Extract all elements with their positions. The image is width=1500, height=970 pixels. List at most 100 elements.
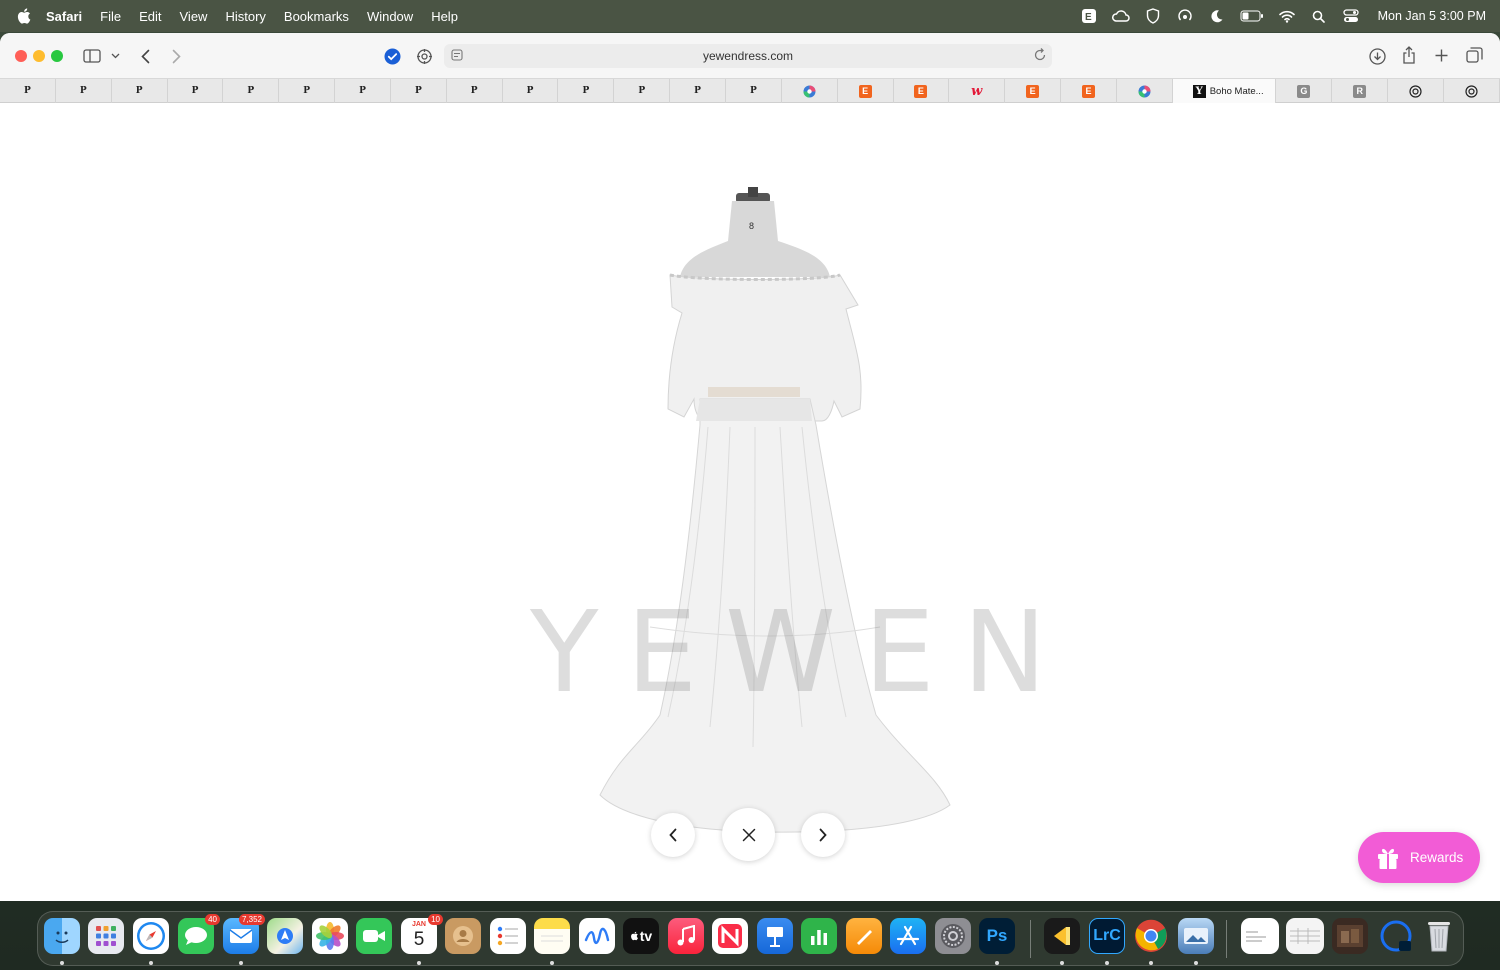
menu-help[interactable]: Help <box>431 9 458 24</box>
downloads-icon[interactable] <box>1367 46 1387 66</box>
finder-icon[interactable] <box>44 918 80 954</box>
favorite-item[interactable]: P <box>670 79 726 103</box>
numbers-icon[interactable] <box>801 918 837 954</box>
favorite-item-etsy[interactable]: E <box>838 79 894 103</box>
favorite-item-openai[interactable] <box>1444 79 1500 103</box>
recent-document-thumbnail[interactable] <box>1241 918 1279 954</box>
kdp-app-icon[interactable] <box>1044 918 1080 954</box>
g-icon: G <box>1297 84 1311 98</box>
messages-icon[interactable]: 40 <box>178 914 220 954</box>
calendar-icon[interactable]: JAN 5 10 <box>401 914 443 954</box>
contacts-icon[interactable] <box>445 918 481 954</box>
page-menu-icon[interactable] <box>450 48 464 65</box>
status-extension-icon[interactable]: E <box>1080 7 1098 25</box>
pages-icon[interactable] <box>846 918 882 954</box>
recent-spreadsheet-thumbnail[interactable] <box>1286 918 1324 954</box>
address-bar[interactable]: yewendress.com <box>444 44 1052 68</box>
music-icon[interactable] <box>668 918 704 954</box>
minimize-window-button[interactable] <box>33 50 45 62</box>
photoshop-icon[interactable]: Ps <box>979 918 1015 954</box>
menu-safari[interactable]: Safari <box>46 9 82 24</box>
new-tab-plus-icon[interactable] <box>1432 46 1450 64</box>
menu-file[interactable]: File <box>100 9 121 24</box>
next-image-button[interactable] <box>801 813 845 857</box>
menu-bookmarks[interactable]: Bookmarks <box>284 9 349 24</box>
reload-icon[interactable] <box>1032 47 1048 66</box>
airdrop-icon[interactable] <box>1176 7 1194 25</box>
battery-icon[interactable] <box>1240 7 1264 25</box>
preview-icon[interactable] <box>1178 918 1214 954</box>
favorite-item[interactable]: P <box>447 79 503 103</box>
safari-icon[interactable] <box>133 918 169 954</box>
app-store-icon[interactable] <box>890 918 926 954</box>
menu-edit[interactable]: Edit <box>139 9 161 24</box>
etsy-icon: E <box>858 84 872 98</box>
favorite-item[interactable]: P <box>279 79 336 103</box>
forward-button-icon[interactable] <box>168 46 184 66</box>
favorite-item[interactable]: P <box>335 79 391 103</box>
favorite-item-etsy[interactable]: E <box>894 79 950 103</box>
freeform-icon[interactable] <box>579 918 615 954</box>
facetime-icon[interactable] <box>356 918 392 954</box>
keynote-icon[interactable] <box>757 918 793 954</box>
favorite-item[interactable]: P <box>391 79 447 103</box>
favorite-item[interactable]: P <box>56 79 112 103</box>
favorite-item[interactable]: P <box>503 79 559 103</box>
mail-icon[interactable]: 7,352 <box>223 914 265 954</box>
tab-active[interactable]: Y Boho Mate... <box>1172 79 1277 103</box>
favorite-item-globe[interactable] <box>1117 79 1173 103</box>
menu-history[interactable]: History <box>225 9 265 24</box>
recent-photoshop-file-thumbnail[interactable] <box>1332 918 1368 954</box>
favorite-item-r[interactable]: R <box>1332 79 1389 103</box>
favorite-item[interactable]: P <box>223 79 280 103</box>
back-button-icon[interactable] <box>137 46 153 66</box>
favorite-item-etsy[interactable]: E <box>1061 79 1117 103</box>
previous-image-button[interactable] <box>651 813 695 857</box>
lightroom-classic-icon[interactable]: LrC <box>1089 918 1125 954</box>
wifi-icon[interactable] <box>1278 7 1296 25</box>
sidebar-toggle-icon[interactable] <box>82 47 102 65</box>
news-icon[interactable] <box>712 918 748 954</box>
rewards-button[interactable]: Rewards <box>1358 832 1480 883</box>
favorite-item-walgreens[interactable]: w <box>949 79 1006 103</box>
favorite-item-globe[interactable] <box>782 79 838 103</box>
share-icon[interactable] <box>1400 45 1418 65</box>
url-text[interactable]: yewendress.com <box>703 49 793 63</box>
favorite-item[interactable]: P <box>726 79 782 103</box>
password-manager-check-icon[interactable] <box>383 47 401 65</box>
close-lightbox-button[interactable] <box>722 808 775 861</box>
favorite-item[interactable]: P <box>558 79 615 103</box>
system-settings-icon[interactable] <box>935 918 971 954</box>
favorite-item-openai[interactable] <box>1388 79 1445 103</box>
favorite-item-etsy[interactable]: E <box>1005 79 1062 103</box>
close-window-button[interactable] <box>15 50 27 62</box>
maps-icon[interactable] <box>267 918 303 954</box>
chrome-icon[interactable] <box>1133 918 1169 954</box>
notes-icon[interactable] <box>534 918 570 954</box>
launchpad-icon[interactable] <box>88 918 124 954</box>
extension-gear-icon[interactable] <box>415 47 433 65</box>
favorite-item[interactable]: P <box>112 79 168 103</box>
favorite-item-g[interactable]: G <box>1276 79 1333 103</box>
vpn-shield-icon[interactable] <box>1144 7 1162 25</box>
menu-view[interactable]: View <box>180 9 208 24</box>
focus-moon-icon[interactable] <box>1208 7 1226 25</box>
reminders-icon[interactable] <box>490 918 526 954</box>
menu-window[interactable]: Window <box>367 9 413 24</box>
apple-tv-icon[interactable]: tv <box>623 918 659 954</box>
apple-menu-icon[interactable] <box>16 7 34 25</box>
tab-group-chevron-down-icon[interactable] <box>109 49 121 63</box>
favorite-item[interactable]: P <box>0 79 56 103</box>
etsy-icon: E <box>1081 84 1095 98</box>
trash-icon[interactable] <box>1421 918 1457 954</box>
cloud-sync-icon[interactable] <box>1111 7 1130 25</box>
tab-overview-icon[interactable] <box>1464 46 1484 64</box>
photos-icon[interactable] <box>312 918 348 954</box>
favorite-item[interactable]: P <box>168 79 224 103</box>
zoom-window-button[interactable] <box>51 50 63 62</box>
spotlight-search-icon[interactable] <box>1310 7 1328 25</box>
downloads-stack-icon[interactable] <box>1378 918 1414 954</box>
control-center-icon[interactable] <box>1342 7 1360 25</box>
favorite-item[interactable]: P <box>614 79 671 103</box>
menu-bar-clock[interactable]: Mon Jan 5 3:00 PM <box>1378 9 1486 23</box>
